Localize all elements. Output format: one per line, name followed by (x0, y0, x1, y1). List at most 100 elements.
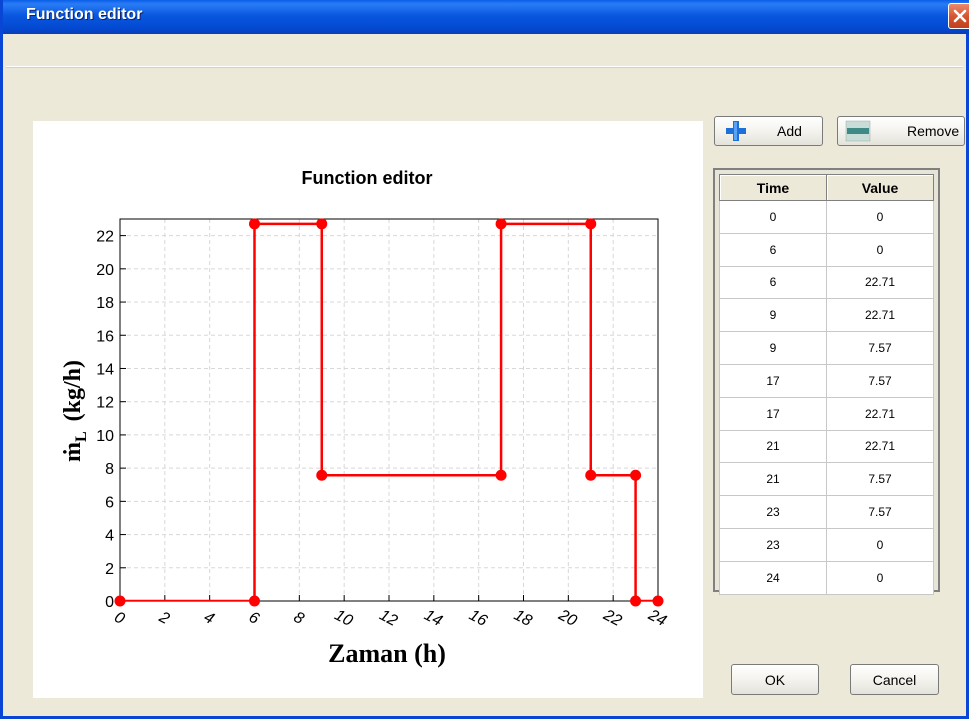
cell-time[interactable]: 6 (719, 265, 827, 300)
data-point[interactable] (316, 469, 328, 481)
add-button[interactable]: Add (714, 116, 823, 146)
x-tick-label: 0 (111, 609, 127, 628)
data-point[interactable] (630, 595, 642, 607)
cell-time[interactable]: 21 (719, 462, 827, 497)
cell-time[interactable]: 17 (719, 363, 827, 398)
x-tick-label: 16 (466, 607, 490, 630)
cell-time[interactable]: 9 (719, 331, 827, 365)
svg-text:ṁL(kg/h): ṁL (kg/h) (60, 360, 90, 462)
cell-value[interactable]: 7.57 (826, 331, 934, 365)
table-row[interactable]: 24 0 (719, 560, 934, 595)
y-axis-label-subscript: L (73, 431, 90, 442)
y-tick-label: 6 (105, 494, 114, 511)
table-row[interactable]: 00 (719, 200, 934, 234)
y-tick-label: 0 (105, 594, 114, 611)
cell-value[interactable]: 7.57 (826, 462, 934, 497)
table-row[interactable]: 21 7.57 (719, 462, 934, 497)
chart-title: Function editor (302, 168, 433, 188)
x-tick-label: 8 (291, 609, 307, 628)
ok-button-label: OK (764, 671, 786, 688)
x-tick-label: 24 (645, 606, 670, 630)
y-tick-label: 16 (96, 328, 114, 345)
y-tick-label: 20 (96, 262, 114, 279)
y-tick-label: 2 (105, 561, 114, 578)
y-tick-label: 8 (105, 461, 114, 478)
function-chart[interactable]: Function editor 0246810121416182022 0246… (33, 121, 703, 698)
function-editor-window: Function editor Function editor 0 2 4 6 8 10 1… (0, 0, 969, 719)
cancel-button[interactable]: Cancel (850, 664, 939, 695)
x-tick-label: 6 (246, 609, 262, 628)
x-tick-label: 20 (555, 606, 580, 630)
x-tick-label: 2 (155, 608, 172, 628)
add-button-label: Add (777, 123, 802, 139)
x-tick-label: 18 (511, 607, 535, 630)
ok-button[interactable]: OK (731, 664, 819, 695)
table-row[interactable]: 17 7.57 (719, 363, 934, 398)
y-tick-label: 10 (96, 428, 114, 445)
cell-value[interactable]: 0 (826, 560, 934, 595)
close-button[interactable] (948, 3, 969, 29)
x-axis-label: Zaman (h) (328, 639, 446, 668)
table-row[interactable]: 9 22.71 (719, 298, 934, 333)
column-header-time[interactable]: Time (719, 174, 827, 201)
plus-icon (726, 121, 746, 141)
cell-time[interactable]: 6 (719, 232, 827, 267)
grid-lines (119, 219, 659, 602)
x-tick-label: 10 (332, 607, 356, 630)
table-row[interactable]: 17 22.71 (719, 396, 934, 431)
y-axis-label-symbol: ṁ (60, 442, 86, 462)
title-bar[interactable]: Function editor (3, 0, 969, 34)
cell-value[interactable]: 0 (826, 232, 934, 267)
data-point[interactable] (249, 218, 260, 230)
cell-time[interactable]: 21 (719, 429, 827, 464)
y-axis-ticks: 0 2 4 6 8 10 12 14 16 18 20 22 (96, 229, 126, 611)
data-point[interactable] (495, 218, 507, 230)
data-point[interactable] (652, 595, 664, 607)
remove-button[interactable]: Remove (837, 116, 965, 146)
table-row[interactable]: 60 (719, 232, 934, 267)
table-row[interactable]: 23 0 (719, 527, 934, 562)
data-point[interactable] (316, 218, 328, 230)
cancel-button-label: Cancel (872, 671, 917, 688)
table-row[interactable]: 6 22.71 (719, 265, 934, 300)
x-tick-label: 12 (376, 607, 400, 630)
y-tick-label: 14 (96, 361, 114, 378)
column-header-value[interactable]: Value (826, 174, 934, 201)
data-point[interactable] (114, 595, 126, 607)
x-tick-label: 14 (421, 607, 445, 630)
window-title: Function editor (26, 6, 143, 23)
data-point[interactable] (630, 469, 642, 481)
y-axis-label: ṁL (kg/h) (60, 360, 90, 462)
cell-time[interactable]: 23 (719, 495, 827, 529)
cell-time[interactable]: 0 (719, 200, 827, 234)
data-point[interactable] (585, 469, 597, 481)
y-tick-label: 12 (96, 395, 114, 412)
close-icon (953, 9, 967, 23)
cell-time[interactable]: 9 (719, 298, 827, 333)
cell-value[interactable]: 22.71 (826, 396, 934, 431)
cell-time[interactable]: 24 (719, 560, 827, 595)
y-tick-label: 22 (96, 229, 114, 246)
table-row[interactable]: 9 7.57 (719, 331, 934, 365)
data-table[interactable]: Time Value 0 0 6 0 6 22.71 9 22.71 9 7.57 17 7.57 17… (719, 174, 934, 595)
cell-value[interactable]: 0 (826, 527, 934, 562)
table-row[interactable]: 23 7.57 (719, 495, 934, 529)
data-point[interactable] (249, 595, 260, 607)
table-row[interactable]: 21 22.71 (719, 429, 934, 464)
cell-value[interactable]: 0 (826, 200, 934, 234)
remove-button-label: Remove (907, 123, 960, 139)
cell-value[interactable]: 22.71 (826, 298, 934, 333)
cell-value[interactable]: 7.57 (826, 363, 934, 398)
cell-value[interactable]: 22.71 (826, 265, 934, 300)
data-point[interactable] (585, 218, 597, 230)
cell-time[interactable]: 23 (719, 527, 827, 562)
y-axis-label-unit: (kg/h) (60, 360, 86, 421)
cell-time[interactable]: 17 (719, 396, 827, 431)
cell-value[interactable]: 7.57 (826, 495, 934, 529)
menu-separator (6, 66, 963, 68)
data-point[interactable] (495, 469, 507, 481)
data-grid[interactable]: Time Value 0 0 6 0 6 22.71 9 22.71 9 7.57 17 7.57 17… (713, 168, 940, 595)
minus-icon (845, 120, 871, 142)
cell-value[interactable]: 22.71 (826, 429, 934, 464)
chart-panel: Function editor 0 2 4 6 8 10 12 14 16 18 20 22 0246… (33, 121, 703, 698)
